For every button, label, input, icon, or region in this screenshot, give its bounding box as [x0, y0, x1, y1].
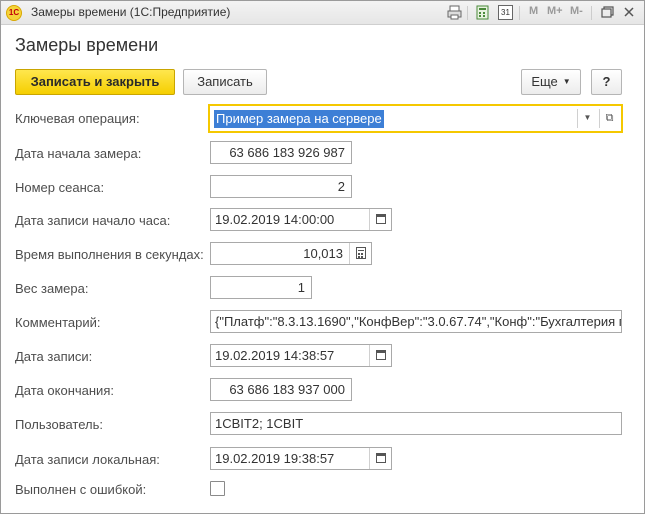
session-number-label: Номер сеанса:: [15, 180, 105, 195]
session-number-value: 2: [337, 179, 345, 194]
record-hour-start-label: Дата записи начало часа:: [15, 213, 171, 228]
calendar-icon: [376, 214, 386, 224]
memory-button-m[interactable]: M: [529, 5, 538, 17]
calendar-icon: [376, 350, 386, 360]
toolbar-separator: [467, 6, 468, 20]
page-title: Замеры времени: [15, 35, 159, 55]
restore-window-icon[interactable]: [599, 4, 615, 20]
app-logo-icon: 1С: [6, 5, 22, 21]
save-button[interactable]: Записать: [183, 69, 267, 95]
record-date-label: Дата записи:: [15, 349, 93, 364]
memory-plus-button[interactable]: M+: [547, 5, 563, 17]
record-date-value: 19.02.2019 14:38:57: [215, 348, 335, 363]
exec-time-value: 10,013: [303, 246, 343, 261]
comment-value: {"Платф":"8.3.13.1690","КонфВер":"3.0.67…: [215, 314, 621, 329]
title-bar: 1С Замеры времени (1С:Предприятие) 31 M …: [1, 1, 644, 25]
user-value: 1CBIT2; 1CBIT: [215, 416, 304, 431]
record-date-local-label: Дата записи локальная:: [15, 452, 160, 467]
memory-minus-button[interactable]: M-: [570, 5, 583, 17]
calendar-button[interactable]: [369, 345, 391, 366]
with-error-label: Выполнен с ошибкой:: [15, 482, 147, 497]
help-button[interactable]: ?: [591, 69, 622, 95]
calculator-icon[interactable]: [475, 5, 490, 20]
start-date-value: 63 686 183 926 987: [229, 145, 345, 160]
calendar-button[interactable]: [369, 448, 391, 469]
session-number-field[interactable]: 2: [210, 175, 352, 198]
calculator-button[interactable]: [349, 243, 371, 264]
exec-time-label: Время выполнения в секундах:: [15, 247, 204, 262]
record-date-local-field[interactable]: 19.02.2019 19:38:57: [210, 447, 392, 470]
exec-time-field[interactable]: 10,013: [210, 242, 372, 265]
record-date-local-value: 19.02.2019 19:38:57: [215, 451, 335, 466]
toolbar-separator: [519, 6, 520, 20]
weight-field[interactable]: 1: [210, 276, 312, 299]
end-date-label: Дата окончания:: [15, 383, 114, 398]
calendar-icon[interactable]: 31: [498, 5, 513, 20]
open-icon[interactable]: ⧉: [599, 109, 619, 128]
comment-field[interactable]: {"Платф":"8.3.13.1690","КонфВер":"3.0.67…: [210, 310, 622, 333]
start-date-field[interactable]: 63 686 183 926 987: [210, 141, 352, 164]
more-menu-button[interactable]: Еще ▼: [521, 69, 581, 95]
key-operation-label: Ключевая операция:: [15, 111, 140, 126]
record-date-field[interactable]: 19.02.2019 14:38:57: [210, 344, 392, 367]
user-label: Пользователь:: [15, 417, 103, 432]
form-window: 1С Замеры времени (1С:Предприятие) 31 M …: [0, 0, 645, 514]
save-and-close-button[interactable]: Записать и закрыть: [15, 69, 175, 95]
chevron-down-icon[interactable]: ▼: [577, 109, 597, 128]
comment-label: Комментарий:: [15, 315, 101, 330]
start-date-label: Дата начала замера:: [15, 146, 142, 161]
print-icon[interactable]: [447, 5, 462, 20]
record-hour-start-field[interactable]: 19.02.2019 14:00:00: [210, 208, 392, 231]
end-date-field[interactable]: 63 686 183 937 000: [210, 378, 352, 401]
calendar-icon: [376, 453, 386, 463]
record-hour-start-value: 19.02.2019 14:00:00: [215, 212, 335, 227]
key-operation-field[interactable]: Пример замера на сервере ▼ ⧉: [208, 104, 623, 133]
toolbar-separator: [591, 6, 592, 20]
with-error-checkbox[interactable]: [210, 481, 225, 496]
key-operation-value: Пример замера на сервере: [214, 110, 384, 128]
weight-value: 1: [297, 280, 305, 295]
weight-label: Вес замера:: [15, 281, 89, 296]
calendar-button[interactable]: [369, 209, 391, 230]
more-label: Еще: [531, 74, 558, 89]
user-field[interactable]: 1CBIT2; 1CBIT: [210, 412, 622, 435]
chevron-down-icon: ▼: [562, 77, 571, 86]
close-icon[interactable]: [621, 4, 637, 20]
window-title: Замеры времени (1С:Предприятие): [31, 5, 231, 19]
end-date-value: 63 686 183 937 000: [229, 382, 345, 397]
calculator-icon: [356, 247, 366, 259]
